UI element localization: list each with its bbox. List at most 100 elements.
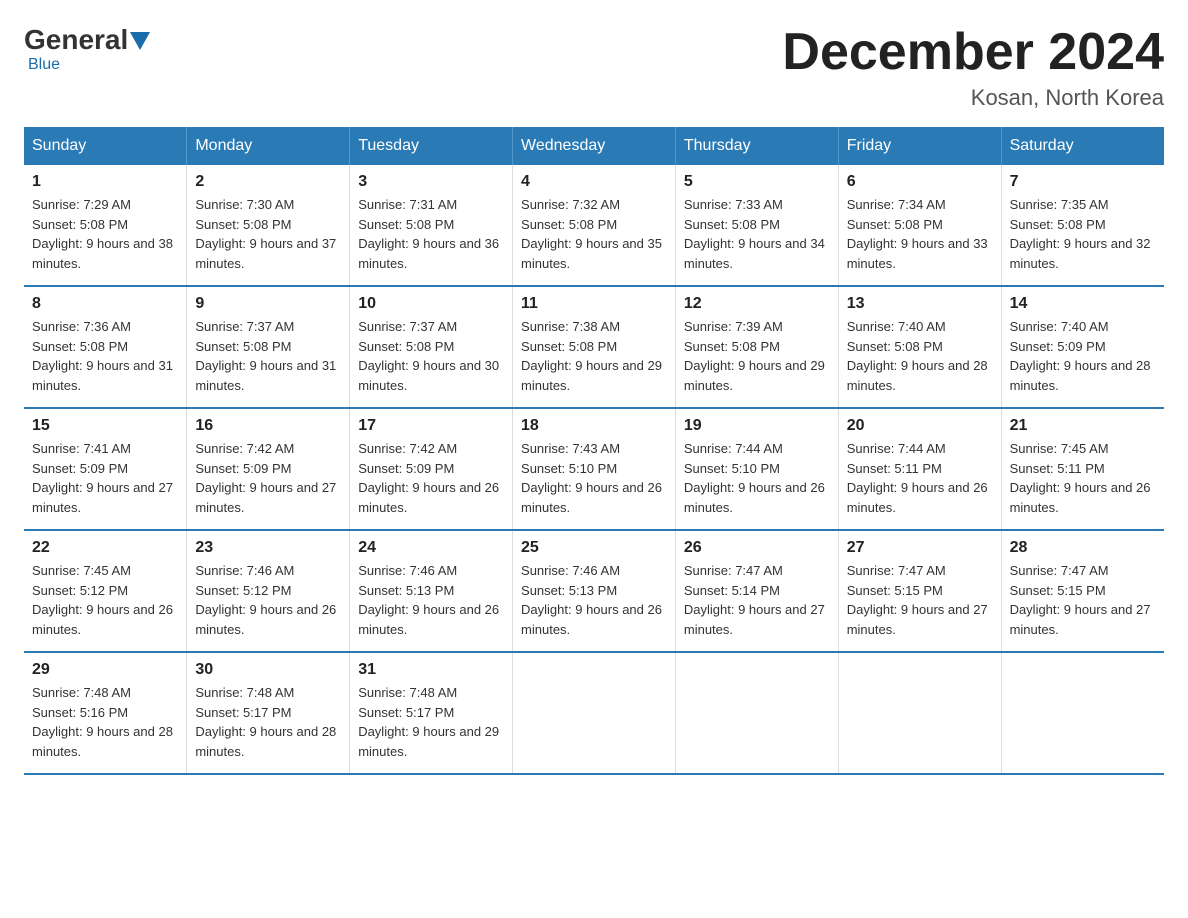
sunrise-label: Sunrise: [1010,319,1061,334]
sunrise-label: Sunrise: [195,685,246,700]
sunrise-label: Sunrise: [847,441,898,456]
sunset-time: 5:17 PM [406,705,454,720]
sunrise-time: 7:47 AM [1061,563,1109,578]
day-info: Sunrise: 7:35 AM Sunset: 5:08 PM Dayligh… [1010,195,1156,273]
sunrise-time: 7:33 AM [735,197,783,212]
daylight-label: Daylight: [195,480,249,495]
daylight-label: Daylight: [195,358,249,373]
day-header-monday: Monday [187,127,350,165]
sunset-label: Sunset: [847,461,895,476]
sunset-label: Sunset: [684,583,732,598]
day-number: 12 [684,295,830,313]
day-cell: 11 Sunrise: 7:38 AM Sunset: 5:08 PM Dayl… [513,286,676,408]
sunrise-time: 7:37 AM [247,319,295,334]
day-number: 22 [32,539,178,557]
calendar-header: SundayMondayTuesdayWednesdayThursdayFrid… [24,127,1164,165]
day-info: Sunrise: 7:46 AM Sunset: 5:13 PM Dayligh… [358,561,504,639]
day-cell: 16 Sunrise: 7:42 AM Sunset: 5:09 PM Dayl… [187,408,350,530]
logo: General Blue [24,24,150,74]
day-cell: 31 Sunrise: 7:48 AM Sunset: 5:17 PM Dayl… [350,652,513,774]
sunset-label: Sunset: [847,339,895,354]
sunset-label: Sunset: [684,339,732,354]
sunrise-label: Sunrise: [195,441,246,456]
daylight-label: Daylight: [195,236,249,251]
day-number: 23 [195,539,341,557]
daylight-label: Daylight: [847,480,901,495]
sunset-time: 5:08 PM [80,339,128,354]
week-row: 15 Sunrise: 7:41 AM Sunset: 5:09 PM Dayl… [24,408,1164,530]
sunrise-time: 7:32 AM [572,197,620,212]
sunrise-time: 7:48 AM [410,685,458,700]
day-number: 1 [32,173,178,191]
day-info: Sunrise: 7:40 AM Sunset: 5:08 PM Dayligh… [847,317,993,395]
day-number: 5 [684,173,830,191]
sunset-label: Sunset: [195,217,243,232]
day-info: Sunrise: 7:40 AM Sunset: 5:09 PM Dayligh… [1010,317,1156,395]
day-header-wednesday: Wednesday [513,127,676,165]
sunrise-label: Sunrise: [195,197,246,212]
day-cell: 12 Sunrise: 7:39 AM Sunset: 5:08 PM Dayl… [675,286,838,408]
daylight-label: Daylight: [32,724,86,739]
day-info: Sunrise: 7:36 AM Sunset: 5:08 PM Dayligh… [32,317,178,395]
day-cell: 26 Sunrise: 7:47 AM Sunset: 5:14 PM Dayl… [675,530,838,652]
daylight-label: Daylight: [847,358,901,373]
sunrise-time: 7:30 AM [247,197,295,212]
sunrise-time: 7:46 AM [247,563,295,578]
day-cell: 4 Sunrise: 7:32 AM Sunset: 5:08 PM Dayli… [513,165,676,286]
day-info: Sunrise: 7:41 AM Sunset: 5:09 PM Dayligh… [32,439,178,517]
day-info: Sunrise: 7:34 AM Sunset: 5:08 PM Dayligh… [847,195,993,273]
day-cell: 10 Sunrise: 7:37 AM Sunset: 5:08 PM Dayl… [350,286,513,408]
day-info: Sunrise: 7:46 AM Sunset: 5:12 PM Dayligh… [195,561,341,639]
title-section: December 2024 Kosan, North Korea [782,24,1164,111]
sunset-label: Sunset: [1010,583,1058,598]
daylight-label: Daylight: [358,236,412,251]
sunset-time: 5:17 PM [243,705,291,720]
day-info: Sunrise: 7:42 AM Sunset: 5:09 PM Dayligh… [195,439,341,517]
sunrise-label: Sunrise: [358,685,409,700]
day-cell: 14 Sunrise: 7:40 AM Sunset: 5:09 PM Dayl… [1001,286,1164,408]
day-number: 31 [358,661,504,679]
day-cell: 13 Sunrise: 7:40 AM Sunset: 5:08 PM Dayl… [838,286,1001,408]
sunrise-time: 7:29 AM [83,197,131,212]
sunset-time: 5:10 PM [569,461,617,476]
day-info: Sunrise: 7:48 AM Sunset: 5:16 PM Dayligh… [32,683,178,761]
sunrise-time: 7:42 AM [410,441,458,456]
day-cell: 20 Sunrise: 7:44 AM Sunset: 5:11 PM Dayl… [838,408,1001,530]
day-info: Sunrise: 7:33 AM Sunset: 5:08 PM Dayligh… [684,195,830,273]
sunrise-label: Sunrise: [847,197,898,212]
daylight-label: Daylight: [358,724,412,739]
week-row: 8 Sunrise: 7:36 AM Sunset: 5:08 PM Dayli… [24,286,1164,408]
sunrise-time: 7:48 AM [83,685,131,700]
day-cell: 2 Sunrise: 7:30 AM Sunset: 5:08 PM Dayli… [187,165,350,286]
sunrise-time: 7:34 AM [898,197,946,212]
daylight-label: Daylight: [32,602,86,617]
sunrise-time: 7:37 AM [410,319,458,334]
sunset-time: 5:15 PM [1057,583,1105,598]
sunrise-label: Sunrise: [32,563,83,578]
day-number: 7 [1010,173,1156,191]
day-cell: 23 Sunrise: 7:46 AM Sunset: 5:12 PM Dayl… [187,530,350,652]
daylight-label: Daylight: [358,358,412,373]
daylight-label: Daylight: [521,236,575,251]
sunset-label: Sunset: [521,461,569,476]
sunset-label: Sunset: [521,217,569,232]
days-of-week-row: SundayMondayTuesdayWednesdayThursdayFrid… [24,127,1164,165]
sunset-time: 5:08 PM [894,217,942,232]
sunset-label: Sunset: [195,339,243,354]
daylight-label: Daylight: [1010,602,1064,617]
day-cell: 19 Sunrise: 7:44 AM Sunset: 5:10 PM Dayl… [675,408,838,530]
daylight-label: Daylight: [358,480,412,495]
day-info: Sunrise: 7:46 AM Sunset: 5:13 PM Dayligh… [521,561,667,639]
day-header-thursday: Thursday [675,127,838,165]
sunrise-label: Sunrise: [521,319,572,334]
sunset-label: Sunset: [847,217,895,232]
sunset-label: Sunset: [1010,217,1058,232]
sunrise-label: Sunrise: [195,319,246,334]
location-subtitle: Kosan, North Korea [782,85,1164,111]
day-number: 30 [195,661,341,679]
day-info: Sunrise: 7:47 AM Sunset: 5:14 PM Dayligh… [684,561,830,639]
day-cell: 30 Sunrise: 7:48 AM Sunset: 5:17 PM Dayl… [187,652,350,774]
sunset-label: Sunset: [32,217,80,232]
sunset-time: 5:08 PM [406,217,454,232]
day-info: Sunrise: 7:47 AM Sunset: 5:15 PM Dayligh… [1010,561,1156,639]
